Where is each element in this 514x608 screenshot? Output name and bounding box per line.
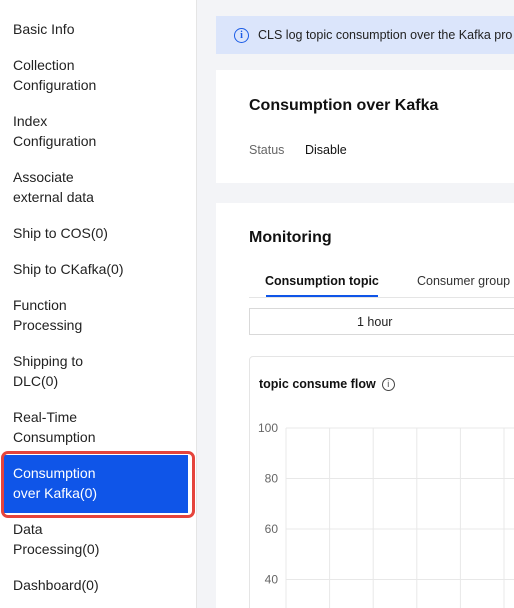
sidebar-item-function-processing[interactable]: Function Processing	[0, 295, 196, 335]
sidebar-item-label: Consumption	[13, 465, 96, 481]
sidebar-item-consumption-over-kafka-0[interactable]: Consumption over Kafka(0)	[4, 455, 188, 513]
sidebar-item-label: Dashboard(0)	[13, 577, 99, 593]
kafka-card: Consumption over Kafka Status Disable	[216, 70, 514, 183]
sidebar-item-collection-configuration[interactable]: Collection Configuration	[0, 55, 196, 95]
sidebar-item-real-time-consumption[interactable]: Real-Time Consumption	[0, 407, 196, 447]
sidebar-item-label: external data	[13, 189, 94, 205]
sidebar-item-associate-external-data[interactable]: Associate external data	[0, 167, 196, 207]
sidebar-item-label: Processing	[13, 317, 83, 333]
y-tick-label: 40	[265, 573, 279, 587]
info-icon: i	[234, 27, 249, 43]
sidebar-item-label: DLC(0)	[13, 373, 59, 389]
sidebar-item-label: Basic Info	[13, 21, 75, 37]
monitoring-tabs: Consumption topic Consumer group	[249, 271, 514, 298]
y-tick-label: 60	[265, 522, 279, 536]
chart-title: topic consume flow i	[259, 377, 395, 391]
kafka-card-title: Consumption over Kafka	[249, 97, 439, 114]
sidebar-item-data-processing-0[interactable]: Data Processing(0)	[0, 519, 196, 559]
sidebar-item-dashboard-0[interactable]: Dashboard(0)	[0, 575, 196, 595]
monitoring-card: Monitoring Consumption topic Consumer gr…	[216, 203, 514, 608]
help-icon[interactable]: i	[381, 377, 395, 391]
monitoring-title: Monitoring	[249, 229, 332, 246]
tab-consumption-topic[interactable]: Consumption topic	[265, 274, 379, 288]
time-range-selector[interactable]: 1 hour	[249, 308, 514, 335]
y-tick-label: 80	[265, 472, 279, 486]
sidebar: Basic Info Collection Configuration Index Co…	[0, 0, 197, 608]
sidebar-item-index-configuration[interactable]: Index Configuration	[0, 111, 196, 151]
chart-plot: 100 80 60 40	[258, 421, 514, 608]
main-content: i CLS log topic consumption over the Kaf…	[197, 0, 514, 608]
sidebar-item-ship-to-cos-0[interactable]: Ship to COS(0)	[0, 223, 196, 243]
sidebar-item-label: Configuration	[13, 77, 97, 93]
chart-card: topic consume flow i 100 80 60 40	[249, 356, 514, 608]
sidebar-item-label: Function	[13, 297, 67, 313]
status-value: Disable	[305, 143, 347, 157]
y-tick-label: 100	[258, 421, 278, 435]
sidebar-item-basic-info[interactable]: Basic Info	[0, 19, 196, 39]
status-label: Status	[249, 143, 285, 157]
sidebar-item-label: Associate	[13, 169, 74, 185]
sidebar-item-label: Shipping to	[13, 353, 84, 369]
tab-consumer-group[interactable]: Consumer group	[417, 274, 510, 288]
sidebar-item-label: Ship to CKafka(0)	[13, 261, 124, 277]
sidebar-item-label: Collection	[13, 57, 75, 73]
sidebar-item-label: Consumption	[13, 429, 96, 445]
info-banner-text: CLS log topic consumption over the Kafka…	[258, 28, 513, 42]
sidebar-item-label: over Kafka(0)	[13, 485, 98, 501]
sidebar-item-label: Configuration	[13, 133, 97, 149]
chart-title-text: topic consume flow	[259, 377, 376, 391]
sidebar-item-shipping-to-dlc-0[interactable]: Shipping to DLC(0)	[0, 351, 196, 391]
info-banner: i CLS log topic consumption over the Kaf…	[216, 16, 514, 54]
time-range-value: 1 hour	[357, 314, 393, 329]
sidebar-item-label: Ship to COS(0)	[13, 225, 108, 241]
sidebar-item-label: Processing(0)	[13, 541, 100, 557]
sidebar-item-label: Data	[13, 521, 43, 537]
active-tab-underline	[266, 295, 378, 297]
sidebar-item-label: Real-Time	[13, 409, 78, 425]
sidebar-item-label: Index	[13, 113, 48, 129]
sidebar-item-ship-to-ckafka-0[interactable]: Ship to CKafka(0)	[0, 259, 196, 279]
